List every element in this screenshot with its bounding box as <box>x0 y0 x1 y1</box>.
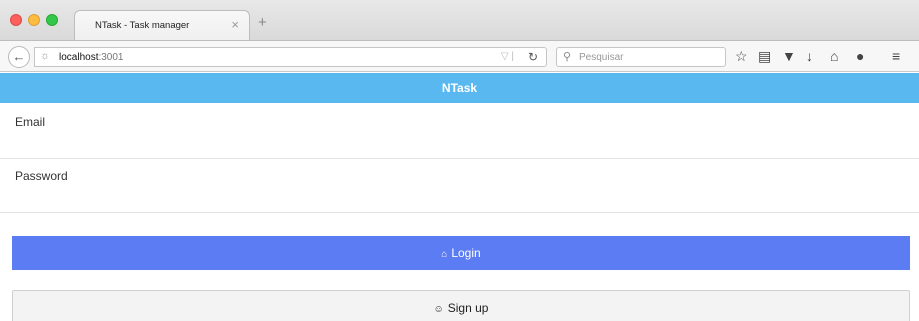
password-input[interactable] <box>15 187 905 207</box>
password-field: Password <box>0 159 919 213</box>
address-bar[interactable]: ☼ localhost:3001 ▽ | ↻ <box>34 47 547 67</box>
signup-label: Sign up <box>447 301 489 315</box>
url-text[interactable]: localhost:3001 <box>59 52 124 63</box>
url-dropdown-icon[interactable]: ▽ | <box>501 51 514 62</box>
browser-navigation-bar: ← ☼ localhost:3001 ▽ | ↻ ⚲ Pesquisar ☆ ▤… <box>0 40 919 72</box>
reading-list-icon[interactable]: ▤ <box>758 48 771 64</box>
search-placeholder: Pesquisar <box>579 52 624 63</box>
password-label: Password <box>15 169 68 183</box>
app-title: NTask <box>441 81 478 95</box>
pocket-icon[interactable]: ▼ <box>782 48 796 64</box>
new-tab-button[interactable]: + <box>258 14 267 31</box>
user-plus-icon: ☺ <box>433 304 444 315</box>
reload-icon[interactable]: ↻ <box>528 50 538 64</box>
search-input[interactable]: ⚲ Pesquisar <box>556 47 726 67</box>
maximize-window-button[interactable] <box>46 14 58 26</box>
menu-icon[interactable]: ≡ <box>892 48 900 64</box>
app-header: NTask <box>0 73 919 103</box>
signup-button[interactable]: ☺ Sign up <box>12 290 910 321</box>
browser-tab[interactable]: NTask - Task manager × <box>74 10 250 40</box>
browser-tab-strip: NTask - Task manager × + <box>0 0 919 40</box>
globe-icon: ☼ <box>40 50 51 62</box>
email-input[interactable] <box>15 133 905 153</box>
close-window-button[interactable] <box>10 14 22 26</box>
minimize-window-button[interactable] <box>28 14 40 26</box>
download-icon[interactable]: ↓ <box>806 48 813 64</box>
login-button[interactable]: ⌂ Login <box>12 236 910 270</box>
tab-close-icon[interactable]: × <box>231 17 239 32</box>
home-icon[interactable]: ⌂ <box>830 48 838 64</box>
login-label: Login <box>451 246 481 260</box>
email-label: Email <box>15 115 46 129</box>
search-icon: ⚲ <box>563 51 572 63</box>
back-arrow-icon[interactable]: ← <box>8 46 30 68</box>
chat-icon[interactable]: ● <box>856 48 864 64</box>
star-icon[interactable]: ☆ <box>735 48 748 64</box>
email-field: Email <box>0 105 919 159</box>
home-icon: ⌂ <box>441 249 448 260</box>
tab-title: NTask - Task manager <box>95 20 190 31</box>
